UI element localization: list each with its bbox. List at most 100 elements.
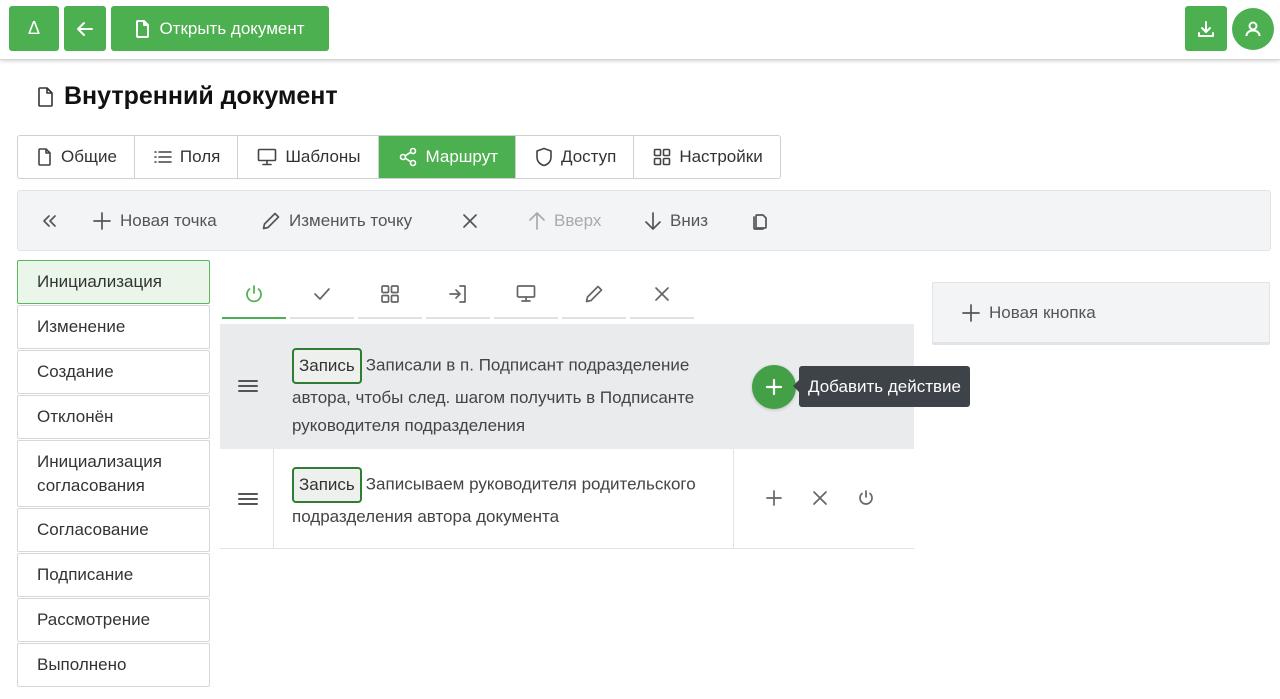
tab-login[interactable] (426, 270, 490, 319)
pencil-icon (585, 285, 603, 302)
tab-templates[interactable]: Шаблоны (238, 136, 379, 178)
tab-access[interactable]: Доступ (516, 136, 635, 178)
add-action-fab[interactable] (752, 365, 796, 409)
tab-label: Шаблоны (285, 147, 361, 166)
grid-icon (381, 284, 399, 303)
action-type-badge: Запись (292, 467, 362, 503)
action-description: Запись Записали в п. Подписант подразделе… (292, 348, 732, 440)
pencil-icon (262, 212, 280, 229)
delta-button[interactable]: Δ (9, 6, 59, 51)
tab-check[interactable] (290, 270, 354, 319)
monitor-icon (516, 284, 536, 302)
stage-label: Изменение (37, 317, 126, 336)
back-button[interactable] (64, 6, 106, 51)
edit-point-button[interactable]: Изменить точку (261, 191, 412, 250)
tab-pencil[interactable] (562, 270, 626, 319)
delta-label: Δ (27, 18, 41, 38)
top-bar: Δ Открыть документ (0, 0, 1280, 60)
new-button-label: Новая кнопка (989, 302, 1096, 322)
stage-item[interactable]: Отклонён (17, 395, 210, 439)
share-icon (399, 147, 416, 167)
tab-monitor[interactable] (494, 270, 558, 319)
tab-general[interactable]: Общие (18, 136, 135, 178)
stage-label: Подписание (37, 565, 134, 584)
drag-handle-icon (238, 380, 258, 392)
power-icon (246, 284, 262, 302)
tab-label: Маршрут (425, 147, 498, 166)
stage-item[interactable]: Инициализация согласования (17, 440, 210, 507)
file-icon (136, 19, 150, 38)
divider (273, 449, 274, 549)
page-title: Внутренний документ (36, 82, 338, 111)
tab-power[interactable] (222, 270, 286, 319)
tab-route[interactable]: Маршрут (378, 136, 516, 178)
stage-item[interactable]: Согласование (17, 508, 210, 552)
download-icon (1198, 20, 1214, 37)
tab-close[interactable] (630, 270, 694, 319)
collapse-button[interactable] (40, 191, 58, 250)
toggle-action-button[interactable] (853, 485, 879, 511)
open-document-button[interactable]: Открыть документ (111, 6, 329, 51)
stage-item[interactable]: Выполнено (17, 643, 210, 687)
move-up-button[interactable]: Вверх (528, 191, 601, 250)
file-icon (38, 148, 51, 166)
page-title-text: Внутренний документ (64, 82, 338, 110)
user-icon (1245, 21, 1261, 37)
stage-item[interactable]: Рассмотрение (17, 598, 210, 642)
route-toolbar: Новая точка Изменить точку Вверх Вниз (17, 190, 1271, 251)
move-down-label: Вниз (670, 210, 709, 230)
action-row[interactable]: Запись Записываем руководителя родительск… (220, 449, 914, 549)
user-avatar-button[interactable] (1232, 8, 1274, 50)
arrow-up-icon (529, 211, 545, 230)
delete-point-button[interactable] (461, 191, 479, 250)
copy-button[interactable] (751, 191, 769, 250)
stage-label: Согласование (37, 520, 149, 539)
tooltip: Добавить действие (793, 366, 970, 407)
stage-item[interactable]: Инициализация (17, 260, 210, 304)
divider (733, 449, 734, 549)
stage-label: Рассмотрение (37, 610, 151, 629)
stage-item[interactable]: Создание (17, 350, 210, 394)
stage-label: Создание (37, 362, 114, 381)
delete-action-button[interactable] (807, 485, 833, 511)
monitor-icon (258, 148, 277, 166)
open-document-label: Открыть документ (159, 18, 305, 38)
login-icon (449, 284, 466, 303)
copy-icon (753, 213, 767, 230)
move-down-button[interactable]: Вниз (644, 191, 708, 250)
close-icon (463, 213, 477, 228)
add-action-button[interactable] (761, 485, 787, 511)
new-point-button[interactable]: Новая точка (92, 191, 217, 250)
chevrons-left-icon (43, 214, 56, 227)
drag-handle[interactable] (237, 378, 259, 399)
stage-label: Выполнено (37, 655, 127, 674)
plus-icon (766, 490, 782, 506)
close-icon (813, 491, 827, 505)
power-icon (859, 490, 873, 505)
action-type-badge: Запись (292, 348, 362, 384)
close-icon (655, 286, 669, 301)
tab-grid[interactable] (358, 270, 422, 319)
tab-label: Настройки (679, 147, 763, 166)
stages-list: Инициализация Изменение Создание Отклонё… (17, 260, 210, 688)
tab-label: Общие (61, 147, 117, 166)
tab-settings[interactable]: Настройки (634, 136, 779, 178)
drag-handle[interactable] (237, 491, 259, 512)
grid-icon (654, 148, 671, 166)
plus-icon (765, 378, 783, 396)
tab-label: Доступ (560, 147, 617, 166)
download-button[interactable] (1185, 6, 1227, 51)
stage-label: Отклонён (37, 407, 114, 426)
plus-icon (93, 211, 111, 230)
arrow-left-icon (77, 21, 93, 36)
move-up-label: Вверх (554, 210, 602, 230)
stage-item[interactable]: Изменение (17, 305, 210, 349)
action-description: Запись Записываем руководителя родительск… (292, 467, 712, 531)
new-button-button[interactable]: Новая кнопка (932, 282, 1270, 345)
list-icon (154, 151, 172, 163)
tab-fields[interactable]: Поля (135, 136, 239, 178)
drag-handle-icon (238, 493, 258, 505)
stage-item[interactable]: Подписание (17, 553, 210, 597)
tab-label: Поля (179, 147, 221, 166)
edit-point-label: Изменить точку (289, 210, 413, 230)
